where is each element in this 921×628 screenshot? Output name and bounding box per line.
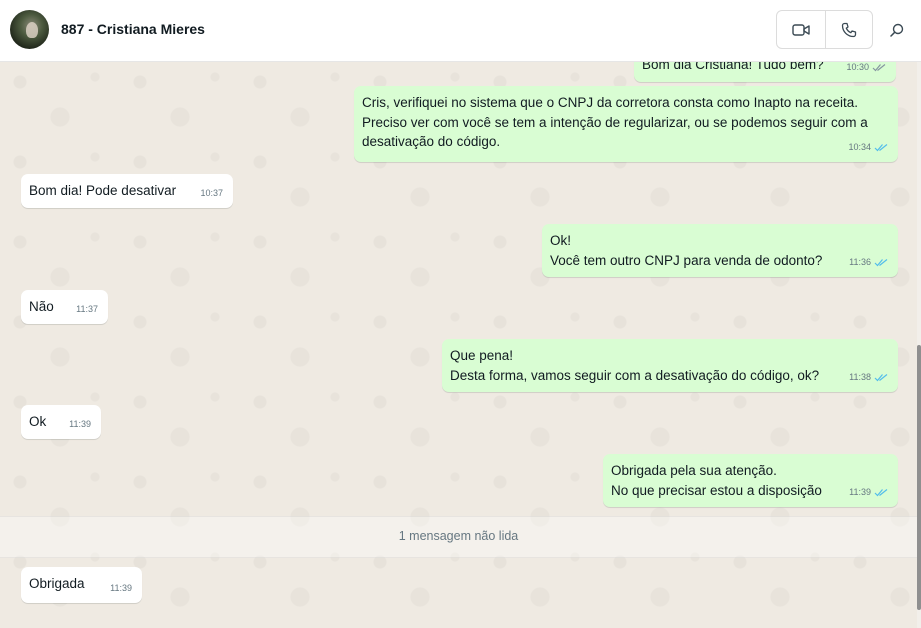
message-text: Cris, verifiquei no sistema que o CNPJ d…	[362, 95, 868, 149]
message-text: Bom dia Cristiana! Tudo bem?	[642, 62, 824, 72]
message-bubble-outgoing[interactable]: Bom dia Cristiana! Tudo bem? 10:30	[634, 62, 896, 82]
message-text: Que pena! Desta forma, vamos seguir com …	[450, 348, 820, 383]
chat-header: 887 - Cristiana Mieres	[0, 0, 921, 62]
message-time: 10:34	[848, 141, 871, 152]
message-text: Ok! Você tem outro CNPJ para venda de od…	[550, 233, 823, 268]
search-icon	[890, 23, 904, 37]
message-bubble-incoming[interactable]: Ok 11:39	[21, 405, 101, 439]
message-text: Obrigada	[29, 576, 85, 591]
unread-divider-label: 1 mensagem não lida	[398, 529, 519, 543]
chat-title[interactable]: 887 - Cristiana Mieres	[61, 21, 205, 37]
voice-call-button[interactable]	[825, 11, 873, 48]
message-time: 11:38	[849, 371, 871, 382]
message-text: Obrigada pela sua atenção. No que precis…	[611, 463, 822, 498]
message-time: 11:39	[69, 418, 91, 429]
message-time: 11:37	[76, 303, 98, 314]
message-time: 11:39	[849, 486, 871, 497]
message-time: 10:30	[846, 62, 869, 72]
message-list[interactable]: Bom dia Cristiana! Tudo bem? 10:30 Cris,…	[0, 62, 917, 628]
message-text: Ok	[29, 414, 47, 429]
message-meta: 10:30	[846, 62, 886, 77]
message-bubble-incoming[interactable]: Não 11:37	[21, 290, 108, 324]
message-meta: 10:37	[200, 184, 223, 204]
double-check-icon	[874, 143, 888, 152]
double-check-icon	[874, 488, 888, 497]
unread-divider: 1 mensagem não lida	[0, 516, 917, 558]
double-check-icon	[874, 258, 888, 267]
video-call-button[interactable]	[777, 11, 826, 48]
message-bubble-incoming[interactable]: Bom dia! Pode desativar 10:37	[21, 174, 233, 208]
message-bubble-outgoing[interactable]: Ok! Você tem outro CNPJ para venda de od…	[542, 224, 898, 277]
message-bubble-outgoing[interactable]: Que pena! Desta forma, vamos seguir com …	[442, 339, 898, 392]
search-button[interactable]	[884, 17, 910, 43]
message-time: 11:36	[849, 256, 871, 267]
phone-icon	[841, 22, 857, 37]
message-meta: 11:39	[849, 483, 888, 503]
message-time: 10:37	[200, 187, 223, 198]
double-check-icon	[874, 373, 888, 382]
message-bubble-incoming[interactable]: Obrigada 11:39	[21, 567, 142, 603]
message-text: Bom dia! Pode desativar	[29, 183, 177, 198]
message-meta: 11:39	[69, 415, 91, 435]
message-meta: 10:34	[848, 138, 888, 158]
double-check-icon	[872, 63, 886, 72]
message-meta: 11:39	[110, 579, 132, 599]
video-camera-icon	[792, 23, 810, 36]
message-time: 11:39	[110, 582, 132, 593]
call-buttons-group	[776, 10, 873, 49]
message-text: Não	[29, 299, 54, 314]
scrollbar-thumb[interactable]	[917, 345, 921, 610]
message-meta: 11:38	[849, 368, 888, 388]
message-bubble-outgoing[interactable]: Cris, verifiquei no sistema que o CNPJ d…	[354, 86, 898, 162]
message-meta: 11:36	[849, 253, 888, 273]
message-bubble-outgoing[interactable]: Obrigada pela sua atenção. No que precis…	[603, 454, 898, 507]
contact-avatar[interactable]	[10, 10, 49, 49]
message-meta: 11:37	[76, 300, 98, 320]
